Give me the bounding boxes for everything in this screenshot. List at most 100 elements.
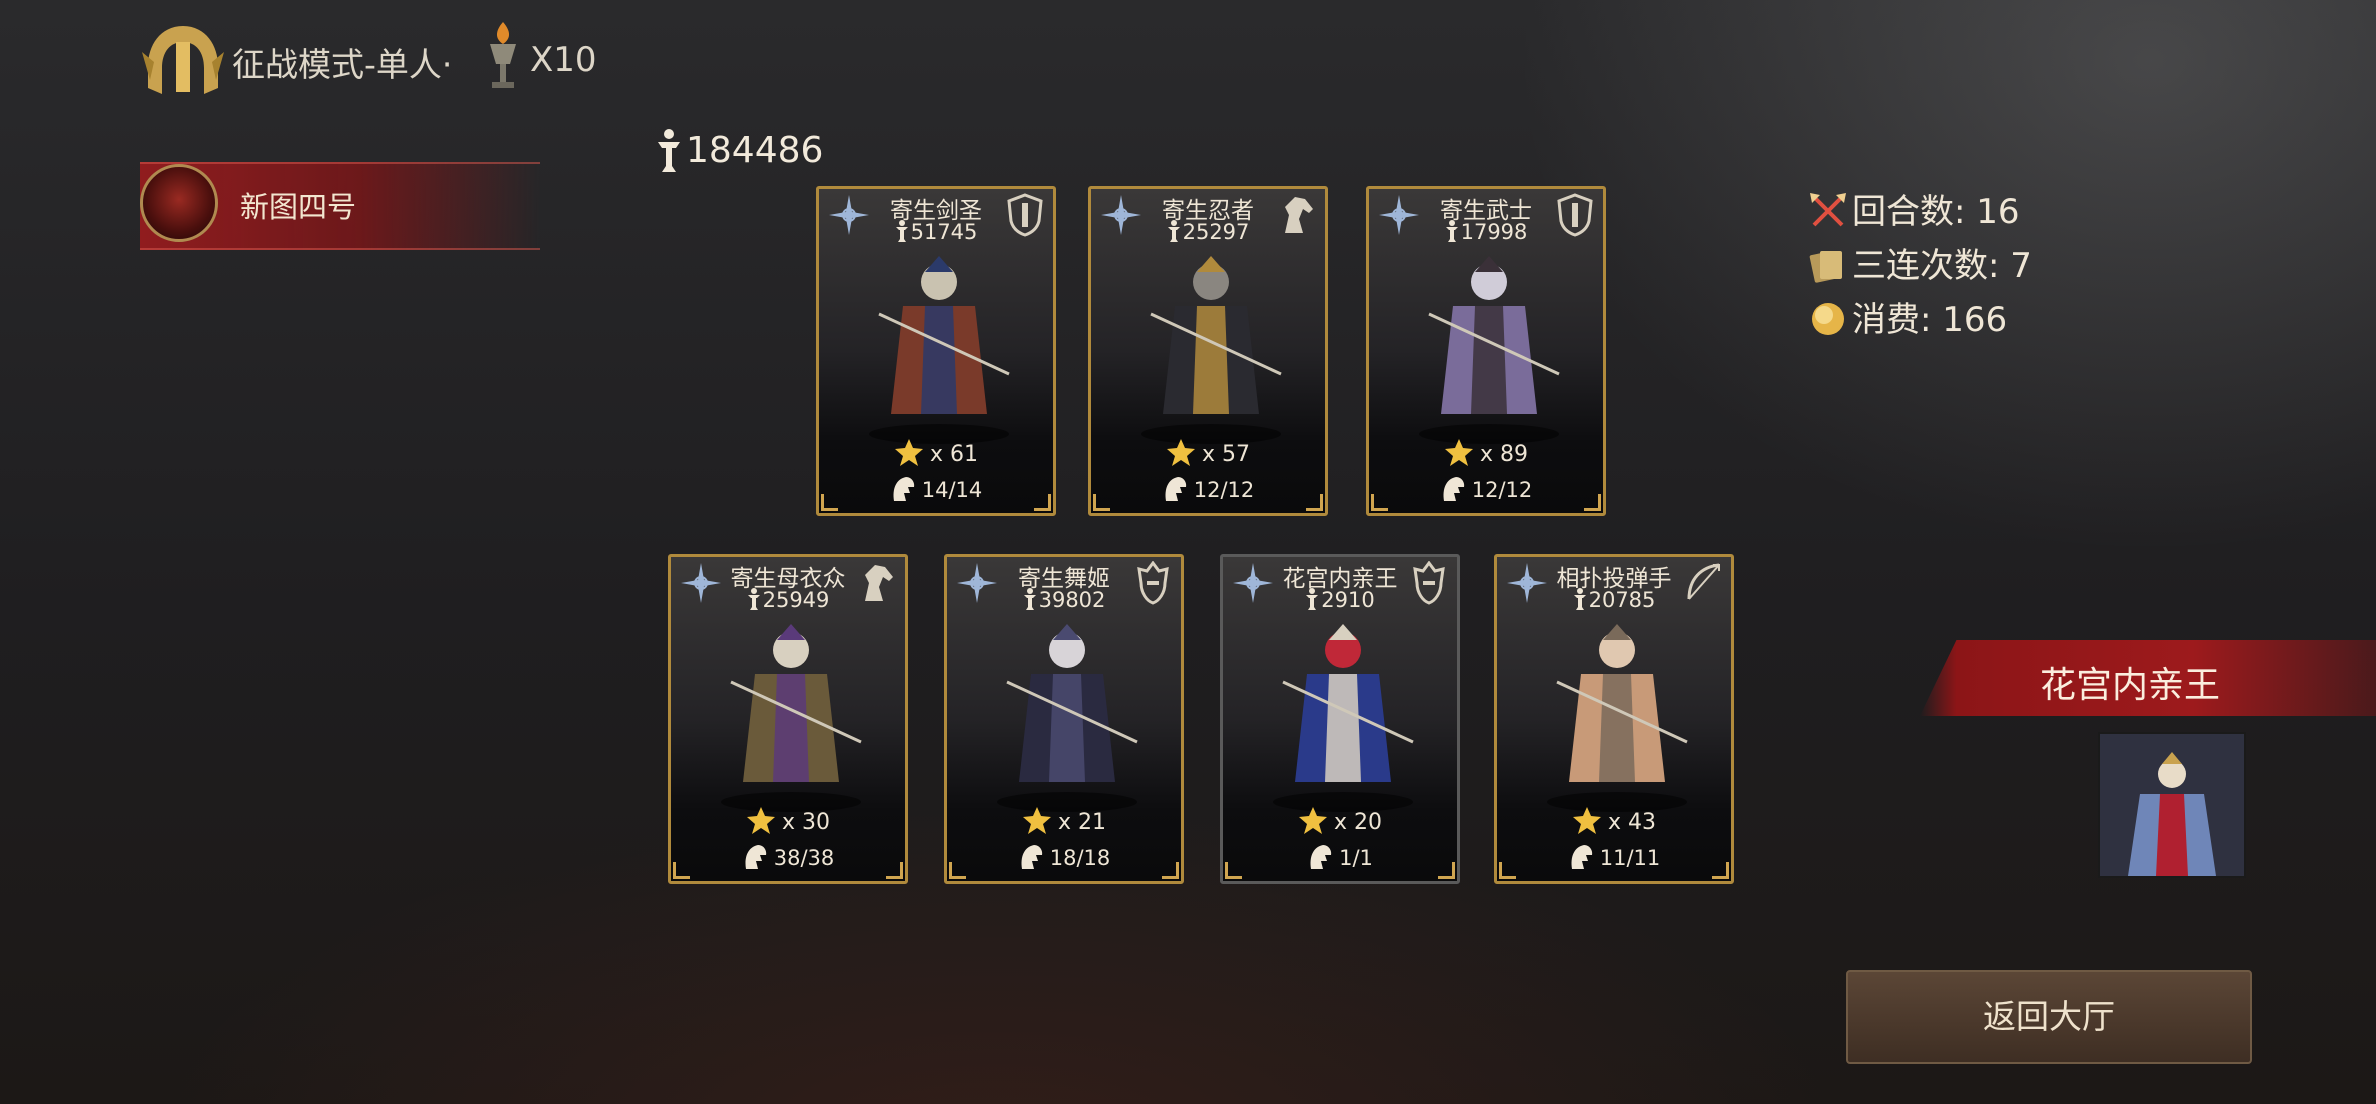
frame-corner [1162, 862, 1179, 879]
unit-star-count: x 89 [1479, 442, 1528, 467]
power-icon [1167, 220, 1180, 242]
unit-card[interactable]: 相扑投弹手 20785 x 43 11/11 [1494, 554, 1734, 884]
triples-text: 三连次数: 7 [1852, 246, 2032, 286]
unit-power: 25297 [1182, 220, 1250, 244]
unit-portrait [1141, 256, 1282, 444]
unit-count: 14/14 [921, 478, 983, 502]
torch-count: X10 [530, 40, 597, 80]
frame-corner [1584, 494, 1601, 511]
soldier-head-icon [1571, 845, 1592, 869]
frame-corner [673, 862, 690, 879]
unit-star-count: x 43 [1607, 810, 1656, 835]
soldier-head-icon [745, 845, 766, 869]
soldier-head-icon [1310, 845, 1332, 869]
unit-count-row: 18/18 [947, 843, 1181, 871]
mode-title: 征战模式-单人· [232, 45, 453, 84]
unit-power: 2910 [1321, 588, 1375, 612]
frame-corner [1093, 494, 1110, 511]
unit-stars-row: x 20 [1223, 805, 1457, 835]
star-icon [1444, 439, 1473, 466]
frame-corner [1306, 494, 1323, 511]
frame-corner [949, 862, 966, 879]
unit-count: 11/11 [1599, 846, 1661, 870]
soldier-head-icon [1165, 477, 1186, 501]
unit-power-row: 2910 [1223, 587, 1457, 612]
unit-count: 18/18 [1049, 846, 1111, 870]
unit-power-row: 25949 [671, 587, 905, 612]
unit-power: 20785 [1588, 588, 1656, 612]
frame-corner [1438, 862, 1455, 879]
cost-text: 消费: 166 [1852, 300, 2008, 340]
frame-corner [886, 862, 903, 879]
total-power: 184486 [686, 130, 824, 171]
unit-power: 51745 [910, 220, 978, 244]
unit-star-count: x 57 [1201, 442, 1250, 467]
power-icon [1306, 588, 1319, 610]
unit-card[interactable]: 寄生舞姬 39802 x 21 18/18 [944, 554, 1184, 884]
unit-card[interactable]: 寄生剑圣 51745 x 61 14/14 [816, 186, 1056, 516]
unit-count: 38/38 [773, 846, 835, 870]
power-icon [1023, 588, 1036, 610]
unit-portrait [721, 624, 862, 812]
unit-card[interactable]: 寄生母衣众 25949 x 30 38/38 [668, 554, 908, 884]
star-icon [894, 439, 923, 466]
unit-count-row: 12/12 [1091, 475, 1325, 503]
torch-goblet-icon [490, 22, 516, 88]
unit-card[interactable]: 寄生武士 17998 x 89 12/12 [1366, 186, 1606, 516]
soldier-head-icon [893, 477, 914, 501]
unit-power-row: 20785 [1497, 587, 1731, 612]
unit-power-row: 39802 [947, 587, 1181, 612]
triples-stat: 三连次数: 7 [1808, 238, 2032, 287]
unit-power: 39802 [1038, 588, 1106, 612]
unit-power: 17998 [1460, 220, 1528, 244]
unit-stars-row: x 61 [819, 437, 1053, 467]
frame-corner [1371, 494, 1388, 511]
unit-count-row: 14/14 [819, 475, 1053, 503]
unit-star-count: x 20 [1333, 810, 1382, 835]
unit-stars-row: x 89 [1369, 437, 1603, 467]
unit-count-row: 11/11 [1497, 843, 1731, 871]
unit-star-count: x 21 [1057, 810, 1106, 835]
star-icon [1166, 439, 1195, 466]
frame-corner [1225, 862, 1242, 879]
unit-power-row: 51745 [819, 219, 1053, 244]
crossed-axes-icon [1810, 193, 1846, 227]
boss-portrait[interactable] [2098, 732, 2246, 878]
unit-star-count: x 30 [781, 810, 830, 835]
cost-stat: 消费: 166 [1808, 292, 2007, 341]
rounds-text: 回合数: 16 [1852, 192, 2020, 232]
boss-figure-icon [2100, 734, 2244, 876]
power-icon [1573, 588, 1586, 610]
frame-corner [1034, 494, 1051, 511]
unit-count-row: 12/12 [1369, 475, 1603, 503]
soldier-head-icon [1021, 845, 1042, 869]
unit-count-row: 1/1 [1223, 843, 1457, 871]
star-icon [746, 807, 775, 834]
unit-card[interactable]: 花宫内亲王 2910 x 20 1/1 [1220, 554, 1460, 884]
unit-portrait [1419, 256, 1560, 444]
star-icon [1022, 807, 1051, 834]
unit-power: 25949 [762, 588, 830, 612]
power-icon [747, 588, 760, 610]
unit-power-row: 25297 [1091, 219, 1325, 244]
unit-stars-row: x 57 [1091, 437, 1325, 467]
map-name: 新图四号 [240, 190, 357, 224]
unit-portrait [869, 256, 1010, 444]
unit-count-row: 38/38 [671, 843, 905, 871]
frame-corner [1712, 862, 1729, 879]
unit-count: 12/12 [1471, 478, 1533, 502]
frame-corner [821, 494, 838, 511]
return-to-lobby-button[interactable]: 返回大厅 [1846, 970, 2252, 1064]
unit-count: 12/12 [1193, 478, 1255, 502]
unit-card[interactable]: 寄生忍者 25297 x 57 12/12 [1088, 186, 1328, 516]
golden-helmet-icon [142, 26, 224, 94]
star-icon [1572, 807, 1601, 834]
unit-stars-row: x 30 [671, 805, 905, 835]
boss-name: 花宫内亲王 [2040, 665, 2221, 706]
unit-portrait [997, 624, 1138, 812]
star-icon [1298, 807, 1327, 834]
unit-star-count: x 61 [929, 442, 978, 467]
coin-icon [1812, 303, 1844, 335]
red-demon-mask-icon [140, 164, 218, 242]
unit-power-row: 17998 [1369, 219, 1603, 244]
